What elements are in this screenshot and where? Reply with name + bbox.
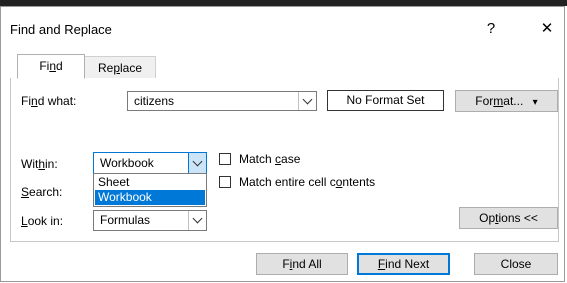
chevron-down-icon	[302, 94, 313, 104]
within-select[interactable]: Workbook	[93, 152, 207, 174]
options-button[interactable]: Options <<	[459, 207, 558, 229]
find-what-label: Find what:	[21, 94, 76, 108]
match-entire-label-a: Match entire cell c	[239, 175, 336, 189]
look-in-label-c: ook in:	[27, 214, 64, 228]
within-option-sheet[interactable]: Sheet	[95, 175, 205, 190]
format-dropdown-arrow-icon: ▾	[532, 97, 538, 108]
look-in-label-b: L	[21, 214, 28, 228]
find-all-label-a: F	[282, 257, 290, 271]
search-label: Search:	[21, 185, 62, 199]
help-icon[interactable]: ?	[478, 18, 504, 40]
tab-find-label-a: Fi	[39, 59, 50, 73]
options-button-label-a: Op	[479, 211, 496, 225]
match-entire-label-c: ntents	[342, 175, 376, 189]
match-entire-cell-label[interactable]: Match entire cell contents	[239, 175, 375, 189]
look-in-dropdown-button[interactable]	[188, 211, 206, 230]
tab-find-label-b: n	[49, 59, 56, 73]
match-entire-cell-checkbox[interactable]	[219, 176, 231, 188]
format-button[interactable]: Format... ▾	[455, 90, 558, 112]
look-in-select[interactable]: Formulas	[93, 210, 207, 231]
chevron-down-icon	[192, 213, 203, 224]
look-in-select-value: Formulas	[100, 213, 151, 227]
within-label-b: h	[38, 157, 46, 171]
within-select-value: Workbook	[100, 156, 154, 170]
find-what-input[interactable]: citizens	[134, 94, 174, 108]
match-case-label-c: ase	[281, 152, 301, 166]
close-icon[interactable]: ✕	[534, 18, 560, 40]
find-what-label-a: Fi	[21, 94, 31, 108]
find-what-label-c: d what:	[37, 94, 77, 108]
find-what-label-b: n	[31, 94, 38, 108]
match-case-checkbox[interactable]	[219, 153, 231, 165]
find-all-label-c: nd All	[292, 257, 322, 271]
find-all-button[interactable]: Find All	[256, 253, 348, 275]
format-button-label-b: m	[493, 94, 504, 108]
format-button-label-a: For	[475, 94, 494, 108]
tab-find[interactable]: Find	[17, 54, 85, 79]
search-label-b: S	[21, 185, 30, 199]
look-in-label: Look in:	[21, 214, 63, 228]
options-button-label-c: ions <<	[498, 211, 538, 225]
within-option-workbook[interactable]: Workbook	[95, 190, 205, 205]
format-button-label-c: at...	[503, 94, 524, 108]
dialog-title: Find and Replace	[10, 22, 112, 37]
tab-replace-label-b: p	[113, 61, 120, 75]
match-case-label[interactable]: Match case	[239, 152, 300, 166]
find-next-label-c: ind Next	[385, 257, 430, 271]
format-status-box: No Format Set	[327, 90, 444, 111]
tab-replace-label-a: Re	[97, 61, 114, 75]
within-label-a: Wit	[21, 157, 39, 171]
within-label: Within:	[21, 157, 58, 171]
within-label-c: in:	[45, 157, 58, 171]
search-label-c: earch:	[29, 185, 63, 199]
close-button[interactable]: Close	[474, 253, 558, 275]
within-dropdown-list: Sheet Workbook	[93, 173, 207, 207]
find-what-dropdown-button[interactable]	[298, 92, 316, 110]
match-case-label-a: Match	[239, 152, 276, 166]
find-what-combo[interactable]: citizens	[127, 91, 317, 111]
tab-replace-label-c: lace	[120, 61, 143, 75]
tab-replace[interactable]: Replace	[84, 56, 156, 78]
find-next-button[interactable]: Find Next	[357, 253, 450, 275]
chevron-down-icon	[192, 156, 203, 166]
within-dropdown-button[interactable]	[188, 153, 206, 173]
tab-find-label-c: d	[56, 59, 63, 73]
